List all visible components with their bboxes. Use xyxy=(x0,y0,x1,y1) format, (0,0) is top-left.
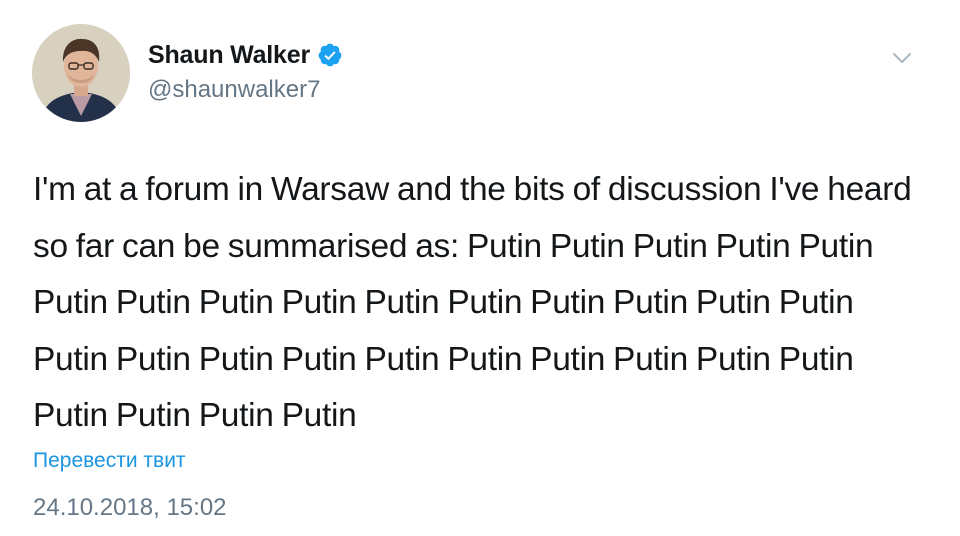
tweet-card: Shaun Walker @shaunwalker7 I'm at a foru… xyxy=(0,0,960,536)
tweet-timestamp[interactable]: 24.10.2018, 15:02 xyxy=(33,494,227,522)
verified-badge-icon xyxy=(317,42,343,68)
user-name-row: Shaun Walker xyxy=(148,40,343,70)
translate-tweet-link[interactable]: Перевести твит xyxy=(33,449,186,473)
user-handle[interactable]: @shaunwalker7 xyxy=(148,76,320,104)
avatar-image xyxy=(32,24,130,122)
avatar[interactable] xyxy=(32,24,130,122)
chevron-down-icon[interactable] xyxy=(890,50,914,66)
display-name[interactable]: Shaun Walker xyxy=(148,41,310,70)
tweet-text: I'm at a forum in Warsaw and the bits of… xyxy=(33,171,912,434)
